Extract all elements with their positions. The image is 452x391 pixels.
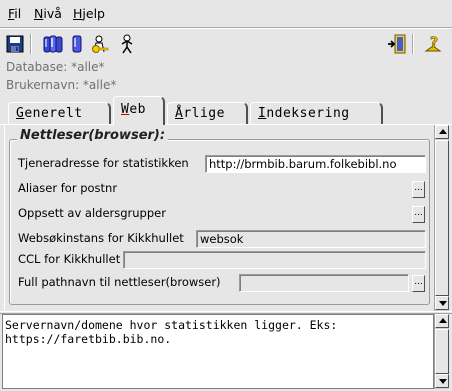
ccl-label: CCL for Kikkhullet — [18, 252, 121, 266]
tab-web[interactable]: Web — [113, 96, 165, 125]
save-icon[interactable] — [4, 33, 26, 55]
tab-strip: Generelt Web Årlige Indeksering — [0, 96, 452, 126]
database-info: Database: *alle* — [6, 60, 105, 74]
exit-door-icon[interactable] — [386, 33, 408, 55]
server-address-field[interactable]: http://brmbib.barum.folkebibl.no — [205, 155, 426, 173]
group-title: Nettleser(browser): — [17, 128, 169, 143]
panel-scrollbar[interactable] — [434, 125, 449, 311]
browser-path-field[interactable] — [239, 274, 409, 292]
menu-level[interactable]: Nivå — [34, 6, 62, 21]
age-groups-button[interactable]: ... — [412, 206, 425, 223]
menu-bar: Fil Nivå Hjelp — [0, 0, 452, 26]
websok-instance-field[interactable]: websok — [196, 230, 426, 248]
scrollbar-thumb[interactable] — [435, 140, 449, 296]
web-tab-panel: Nettleser(browser): Tjeneradresse for st… — [4, 125, 431, 311]
server-address-label: Tjeneradresse for statistikken — [18, 156, 189, 170]
browser-path-button[interactable]: ... — [412, 275, 425, 292]
users-group-icon[interactable] — [42, 33, 64, 55]
help-text-area[interactable]: Servernavn/domene hvor statistikken ligg… — [2, 314, 434, 389]
postnr-alias-button[interactable]: ... — [412, 181, 425, 198]
browser-path-label: Full pathnavn til nettleser(browser) — [18, 275, 221, 289]
key-user-icon[interactable] — [90, 33, 112, 55]
websok-instance-label: Websøkinstans for Kikkhullet — [18, 231, 184, 245]
age-groups-label: Oppsett av aldersgrupper — [18, 206, 166, 220]
toolbar: ? — [0, 30, 452, 58]
postnr-alias-label: Aliaser for postnr — [18, 181, 118, 195]
person-icon[interactable] — [116, 33, 138, 55]
help-scrollbar-thumb[interactable] — [435, 329, 449, 374]
menu-file[interactable]: Fil — [8, 6, 21, 21]
menu-separator — [0, 27, 452, 29]
help-scroll-down-arrow-icon[interactable] — [435, 374, 449, 388]
help-scrollbar[interactable] — [434, 314, 449, 389]
scroll-down-arrow-icon[interactable] — [435, 296, 449, 310]
username-info: Brukernavn: *alle* — [6, 78, 117, 92]
help-icon[interactable]: ? — [422, 33, 444, 55]
tab-generelt[interactable]: Generelt — [8, 102, 111, 124]
help-scroll-up-arrow-icon[interactable] — [435, 314, 449, 328]
ccl-field[interactable] — [123, 251, 426, 269]
scroll-up-arrow-icon[interactable] — [435, 125, 449, 139]
tab-arlige[interactable]: Årlige — [167, 102, 248, 124]
user-icon[interactable] — [66, 33, 88, 55]
svg-text:?: ? — [430, 35, 438, 51]
tab-indeksering[interactable]: Indeksering — [250, 102, 383, 124]
menu-help[interactable]: Hjelp — [73, 6, 105, 21]
